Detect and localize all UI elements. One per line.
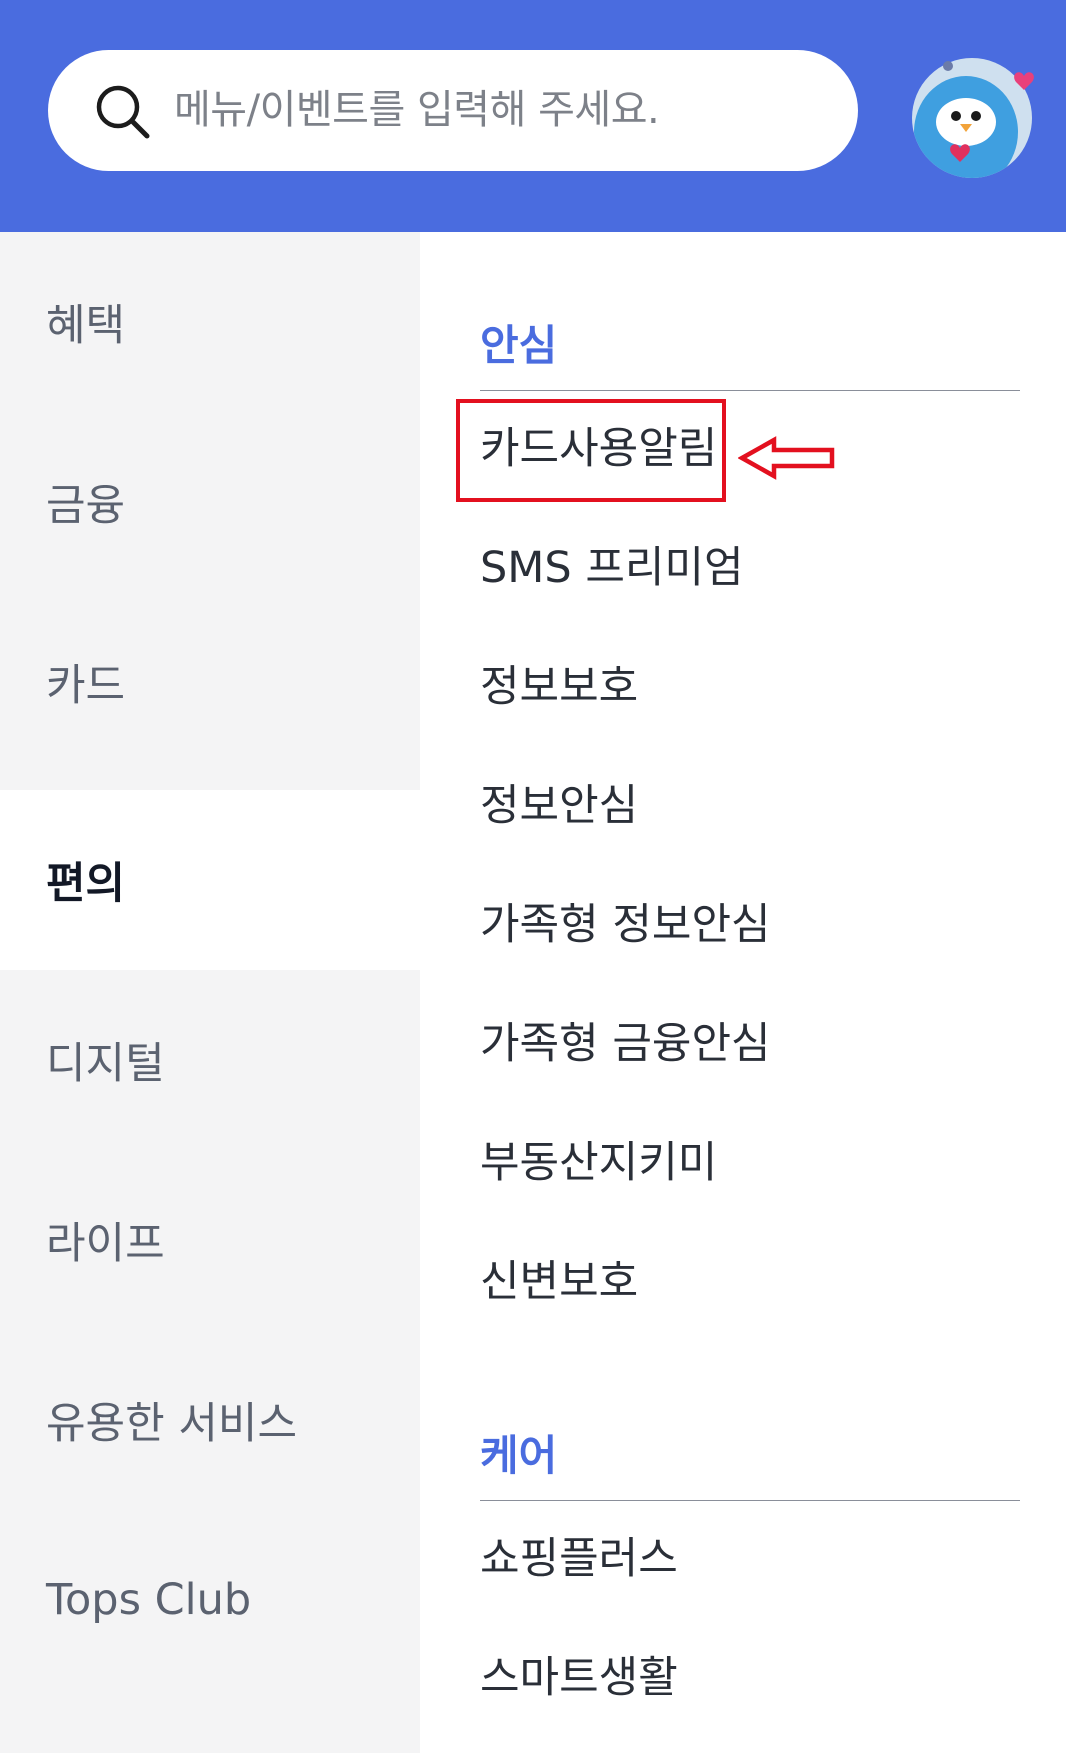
top-header: 메뉴/이벤트를 입력해 주세요. [0,0,1066,232]
menu-item-real-estate-guard[interactable]: 부동산지키미 [480,1133,717,1193]
menu-item-info-protection[interactable]: 정보보호 [480,657,638,717]
sidebar-item-card[interactable]: 카드 [0,592,420,772]
menu-item-sms-premium[interactable]: SMS 프리미엄 [480,538,744,598]
menu-item-family-info-safety[interactable]: 가족형 정보안심 [480,895,771,955]
annotation-highlight-box [456,399,726,502]
section-divider [480,1500,1020,1501]
section-title-safety: 안심 [480,321,558,370]
menu-item-shopping-plus[interactable]: 쇼핑플러스 [480,1529,678,1589]
sidebar-item-convenience[interactable]: 편의 [0,790,420,970]
search-bar[interactable]: 메뉴/이벤트를 입력해 주세요. [48,50,858,171]
menu-item-smart-living[interactable]: 스마트생활 [480,1648,678,1708]
section-title-care: 케어 [480,1431,558,1480]
menu-item-family-finance-safety[interactable]: 가족형 금융안심 [480,1014,771,1074]
menu-item-personal-protection[interactable]: 신변보호 [480,1252,638,1312]
category-sidebar: 혜택 금융 카드 편의 디지털 라이프 유용한 서비스 Tops Club [0,232,420,1753]
left-arrow-icon [738,436,835,480]
sidebar-item-life[interactable]: 라이프 [0,1150,420,1330]
mascot-avatar[interactable] [908,54,1036,182]
search-icon[interactable] [94,83,152,141]
section-divider [480,390,1020,391]
sidebar-item-tops-club[interactable]: Tops Club [0,1510,420,1690]
sidebar-item-digital[interactable]: 디지털 [0,970,420,1150]
sidebar-item-benefits[interactable]: 혜택 [0,232,420,412]
mascot-icon [912,58,1034,178]
search-input[interactable]: 메뉴/이벤트를 입력해 주세요. [174,50,660,171]
menu-item-info-safety[interactable]: 정보안심 [480,776,638,836]
sidebar-item-useful-services[interactable]: 유용한 서비스 [0,1330,420,1510]
sidebar-item-finance[interactable]: 금융 [0,412,420,592]
